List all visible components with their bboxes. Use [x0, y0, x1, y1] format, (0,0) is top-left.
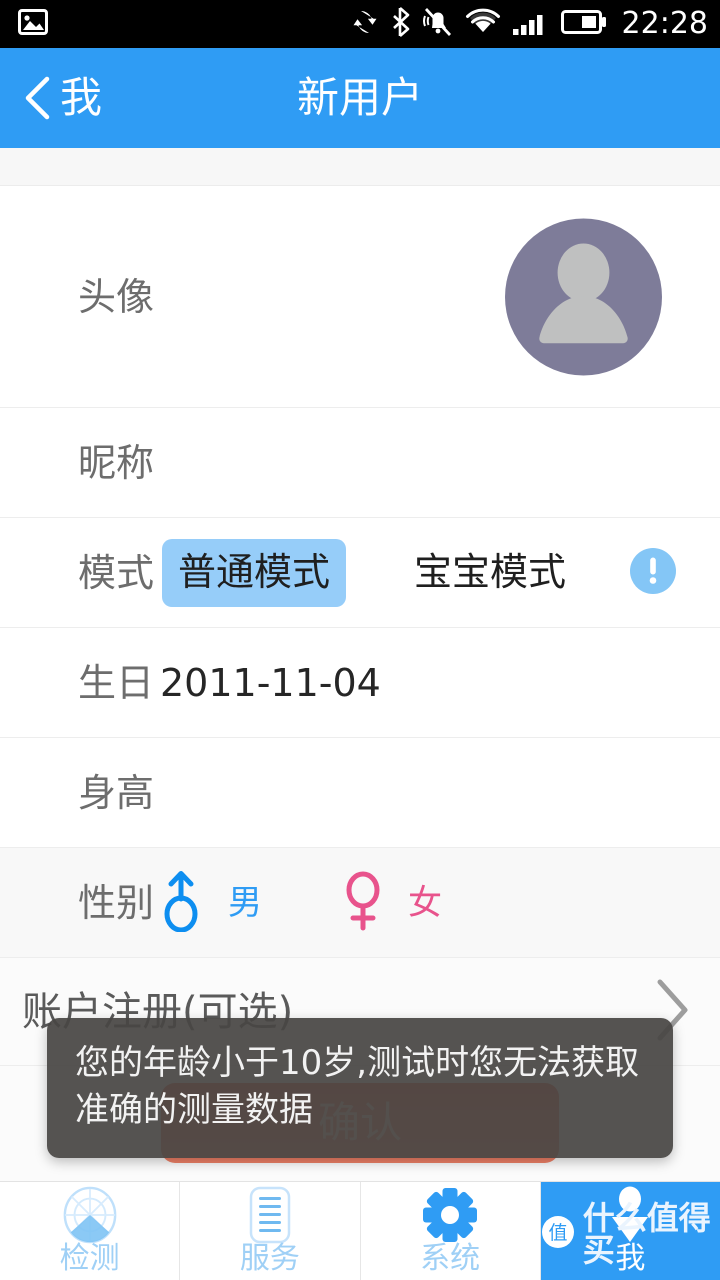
tab-detect[interactable]: 检测 — [0, 1182, 181, 1280]
height-label: 身高 — [78, 770, 155, 815]
gender-option-male[interactable]: 男 — [160, 870, 262, 936]
phone-screen: 22:28 新用户 我 头像 昵称 模式 普通模式 宝宝模式 生日 2011-1… — [0, 0, 720, 1280]
radar-icon — [61, 1186, 119, 1244]
person-avatar-icon — [505, 218, 662, 375]
tab-service-label: 服务 — [239, 1241, 300, 1276]
section-gap-top — [0, 148, 720, 186]
tab-system[interactable]: 系统 — [361, 1182, 541, 1280]
mode-option-baby[interactable]: 宝宝模式 — [398, 539, 582, 607]
back-button-label: 我 — [60, 73, 103, 122]
person-icon — [607, 1186, 653, 1242]
gender-male-label: 男 — [228, 882, 262, 923]
toast: 您的年龄小于10岁,测试时您无法获取准确的测量数据 — [47, 1018, 673, 1158]
back-button[interactable]: 我 — [0, 76, 102, 120]
birthday-value[interactable]: 2011-11-04 — [160, 664, 381, 702]
row-birthday[interactable]: 生日 2011-11-04 — [0, 628, 720, 738]
status-bar: 22:28 — [0, 0, 720, 48]
app-bar: 新用户 我 — [0, 48, 720, 148]
signal-icon — [512, 8, 550, 40]
avatar[interactable] — [505, 218, 662, 375]
wifi-icon — [465, 8, 501, 40]
page-title: 新用户 — [296, 73, 423, 122]
info-exclamation-icon[interactable] — [630, 547, 676, 598]
birthday-label: 生日 — [78, 660, 155, 705]
female-symbol-icon — [340, 870, 386, 936]
sync-icon — [350, 7, 380, 41]
avatar-label: 头像 — [78, 274, 155, 319]
male-symbol-icon — [160, 870, 206, 936]
toast-message: 您的年龄小于10岁,测试时您无法获取准确的测量数据 — [75, 1043, 640, 1130]
document-list-icon — [248, 1186, 292, 1244]
row-mode: 模式 普通模式 宝宝模式 — [0, 518, 720, 628]
photo-icon — [18, 9, 48, 39]
gender-female-label: 女 — [408, 882, 442, 923]
tab-system-label: 系统 — [420, 1241, 481, 1276]
silent-vibrate-icon — [422, 7, 454, 41]
row-nickname[interactable]: 昵称 — [0, 408, 720, 518]
battery-icon — [560, 9, 607, 39]
tab-me-label: 我 — [615, 1241, 646, 1276]
nickname-label: 昵称 — [78, 440, 155, 485]
tab-bar: 检测 服务 系统 我 值 什么值得买 — [0, 1181, 720, 1280]
row-avatar[interactable]: 头像 — [0, 186, 720, 408]
row-gender: 性别 男 女 — [0, 848, 720, 958]
tab-service[interactable]: 服务 — [180, 1182, 361, 1280]
tab-me[interactable]: 我 值 什么值得买 — [540, 1182, 720, 1280]
chevron-left-icon — [22, 76, 52, 120]
status-bar-clock: 22:28 — [621, 6, 708, 41]
row-height[interactable]: 身高 — [0, 738, 720, 848]
gender-label: 性别 — [78, 880, 155, 925]
mode-label: 模式 — [78, 550, 155, 595]
bluetooth-icon — [391, 7, 411, 41]
gear-icon — [423, 1188, 478, 1242]
smzdm-badge-icon: 值 — [541, 1215, 575, 1253]
gender-option-female[interactable]: 女 — [340, 870, 442, 936]
mode-option-normal[interactable]: 普通模式 — [162, 538, 347, 607]
svg-text:值: 值 — [548, 1222, 567, 1244]
tab-detect-label: 检测 — [59, 1241, 120, 1276]
